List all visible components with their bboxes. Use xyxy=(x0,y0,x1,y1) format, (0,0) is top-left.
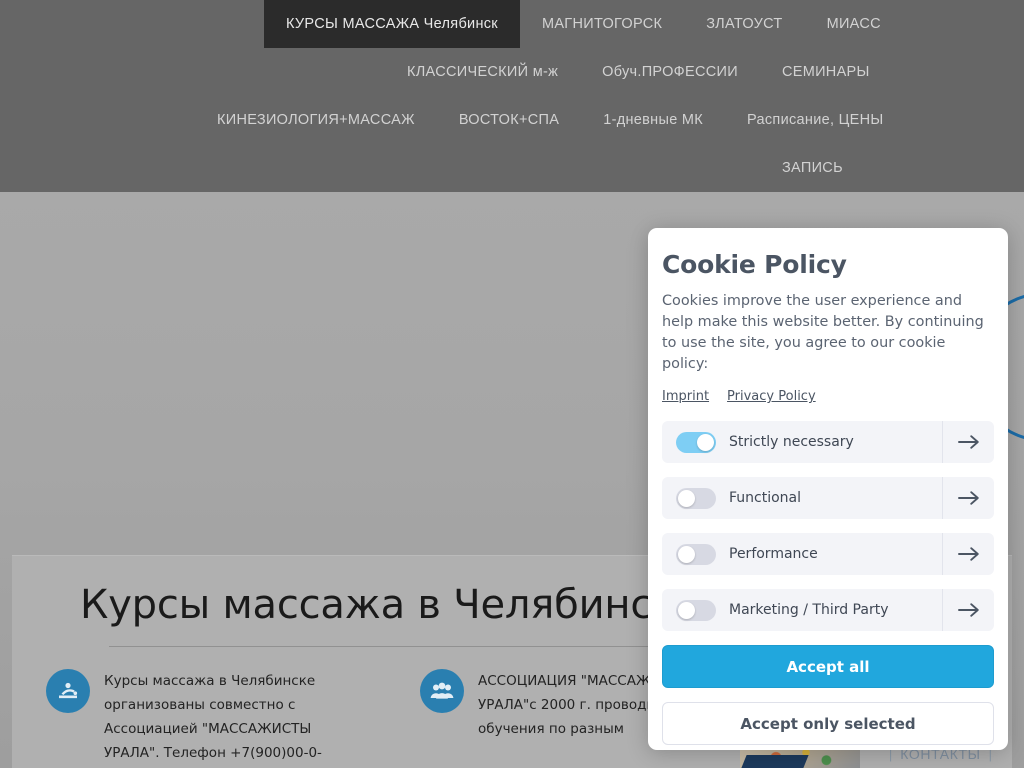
accept-all-button[interactable]: Accept all xyxy=(662,645,994,688)
toggle-functional[interactable] xyxy=(676,487,716,509)
nav-item-1-dnevnye-mk[interactable]: 1-дневные МК xyxy=(581,96,725,144)
nav-item-obuch-professii[interactable]: Обуч.ПРОФЕССИИ xyxy=(580,48,760,96)
screen: КУРСЫ МАССАЖА Челябинск МАГНИТОГОРСК ЗЛА… xyxy=(0,0,1024,768)
nav-item-label: Расписание, ЦЕНЫ xyxy=(747,112,884,128)
imprint-link[interactable]: Imprint xyxy=(662,389,709,404)
nav-item-miass[interactable]: МИАСС xyxy=(805,0,903,48)
nav-item-zlatoust[interactable]: ЗЛАТОУСТ xyxy=(684,0,804,48)
nav-item-label: КУРСЫ МАССАЖА Челябинск xyxy=(286,16,498,32)
nav-item-klassicheskiy[interactable]: КЛАССИЧЕСКИЙ м-ж xyxy=(385,48,580,96)
toggle-knob xyxy=(678,489,695,507)
preference-label: Strictly necessary xyxy=(729,434,854,450)
expand-arrow-icon-marketing-third-party[interactable] xyxy=(942,589,994,631)
privacy-policy-link[interactable]: Privacy Policy xyxy=(727,389,816,404)
preference-row-functional: Functional xyxy=(662,477,994,519)
nav-item-label: МИАСС xyxy=(826,16,881,32)
nav-item-label: КЛАССИЧЕСКИЙ м-ж xyxy=(407,64,559,80)
nav-item-magnitogorsk[interactable]: МАГНИТОГОРСК xyxy=(520,0,684,48)
nav-item-kineziologiya-massazh[interactable]: КИНЕЗИОЛОГИЯ+МАССАЖ xyxy=(195,96,437,144)
cookie-dialog-title: Cookie Policy xyxy=(662,250,847,279)
people-group-icon xyxy=(420,669,464,713)
nav-item-kursy-massazha-chelyabinsk[interactable]: КУРСЫ МАССАЖА Челябинск xyxy=(264,0,520,48)
nav-item-label: Обуч.ПРОФЕССИИ xyxy=(602,64,738,80)
nav-item-label: СЕМИНАРЫ xyxy=(781,64,870,80)
nav-item-label: ЗАПИСЬ xyxy=(782,160,843,176)
nav-item-vostok-spa[interactable]: ВОСТОК+СПА xyxy=(437,96,581,144)
expand-arrow-icon-strictly-necessary[interactable] xyxy=(942,421,994,463)
toggle-knob xyxy=(678,545,695,563)
preference-label: Functional xyxy=(729,490,802,506)
massage-icon xyxy=(46,669,90,713)
nav-row-2: КЛАССИЧЕСКИЙ м-ж Обуч.ПРОФЕССИИ СЕМИНАРЫ xyxy=(0,48,1024,96)
nav-item-label: МАГНИТОГОРСК xyxy=(541,16,663,32)
expand-arrow-icon-performance[interactable] xyxy=(942,533,994,575)
preference-row-marketing-third-party: Marketing / Third Party xyxy=(662,589,994,631)
toggle-performance[interactable] xyxy=(676,543,716,565)
nav-item-seminary[interactable]: СЕМИНАРЫ xyxy=(760,48,892,96)
nav-item-label: КИНЕЗИОЛОГИЯ+МАССАЖ xyxy=(217,112,415,128)
main-navigation: КУРСЫ МАССАЖА Челябинск МАГНИТОГОРСК ЗЛА… xyxy=(0,0,1024,192)
toggle-marketing-third-party[interactable] xyxy=(676,599,716,621)
preference-row-strictly-necessary: Strictly necessary xyxy=(662,421,994,463)
nav-row-4: ЗАПИСЬ xyxy=(0,144,1024,192)
cookie-policy-dialog: Cookie Policy Cookies improve the user e… xyxy=(648,228,1008,750)
toggle-knob xyxy=(697,433,714,451)
cookie-dialog-description: Cookies improve the user experience and … xyxy=(662,293,984,372)
expand-arrow-icon-functional[interactable] xyxy=(942,477,994,519)
toggle-knob xyxy=(678,601,695,619)
nav-item-zapis[interactable]: ЗАПИСЬ xyxy=(760,144,865,192)
nav-row-3: КИНЕЗИОЛОГИЯ+МАССАЖ ВОСТОК+СПА 1-дневные… xyxy=(0,96,1024,144)
accept-only-selected-button[interactable]: Accept only selected xyxy=(662,702,994,745)
nav-item-label: ЗЛАТОУСТ xyxy=(706,16,783,32)
nav-item-raspisanie-tseny[interactable]: Расписание, ЦЕНЫ xyxy=(725,96,906,144)
cookie-legal-links: Imprint Privacy Policy xyxy=(662,389,994,404)
toggle-strictly-necessary[interactable] xyxy=(676,431,716,453)
nav-item-label: 1-дневные МК xyxy=(603,112,704,128)
nav-item-label: ВОСТОК+СПА xyxy=(458,112,560,128)
nav-row-1: КУРСЫ МАССАЖА Челябинск МАГНИТОГОРСК ЗЛА… xyxy=(0,0,1024,48)
preference-label: Marketing / Third Party xyxy=(729,602,889,618)
preference-row-performance: Performance xyxy=(662,533,994,575)
preference-label: Performance xyxy=(729,546,818,562)
